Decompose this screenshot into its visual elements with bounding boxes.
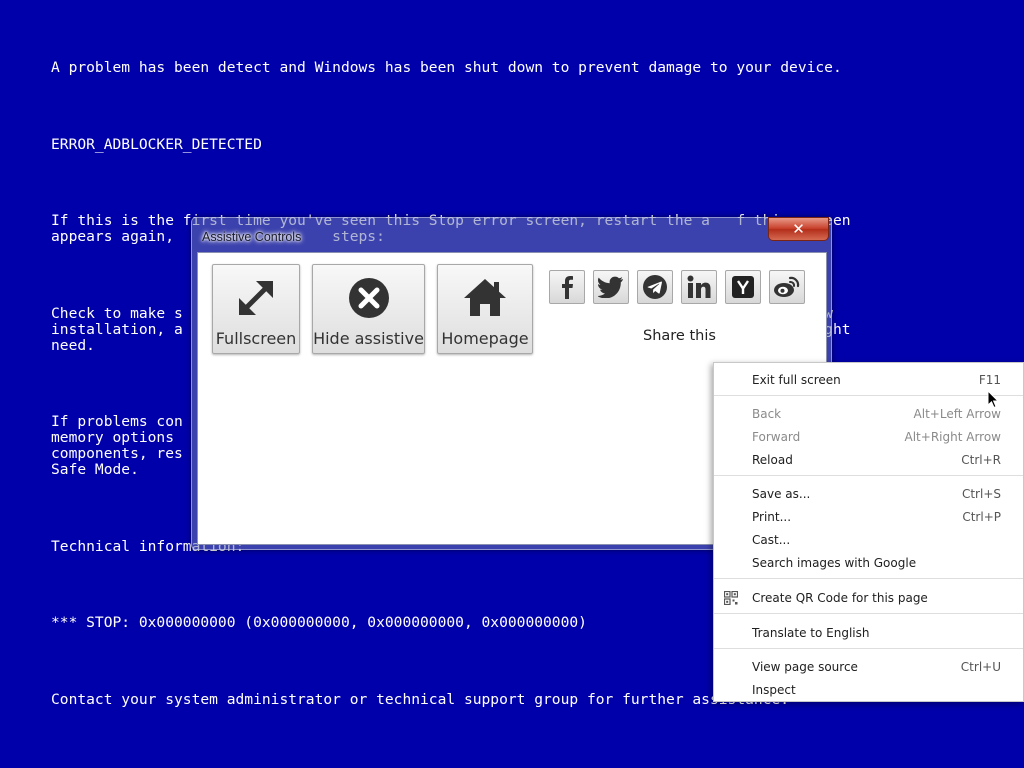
bsod-line-contact: Contact your system administrator or tec…: [51, 691, 790, 708]
menu-forward[interactable]: Forward Alt+Right Arrow: [714, 425, 1023, 448]
homepage-label: Homepage: [441, 329, 529, 348]
menu-forward-label: Forward: [752, 429, 801, 444]
menu-inspect-label: Inspect: [752, 682, 796, 697]
menu-save-as[interactable]: Save as... Ctrl+S: [714, 482, 1023, 505]
menu-save-as-label: Save as...: [752, 486, 811, 501]
menu-back-label: Back: [752, 406, 782, 421]
menu-separator: [714, 475, 1023, 476]
share-linkedin-button[interactable]: [681, 270, 717, 304]
weibo-icon: [774, 276, 800, 297]
menu-search-images[interactable]: Search images with Google: [714, 551, 1023, 574]
share-this-label: Share this: [643, 328, 716, 344]
menu-reload-shortcut: Ctrl+R: [961, 452, 1001, 467]
menu-view-page-source-shortcut: Ctrl+U: [960, 659, 1001, 674]
close-icon: ✕: [792, 220, 805, 238]
context-menu: Exit full screen F11 Back Alt+Left Arrow…: [713, 362, 1024, 702]
menu-translate-label: Translate to English: [752, 625, 870, 640]
fullscreen-label: Fullscreen: [215, 329, 297, 348]
telegram-icon: [643, 275, 667, 299]
dialog-close-button[interactable]: ✕: [768, 217, 829, 241]
menu-reload[interactable]: Reload Ctrl+R: [714, 448, 1023, 471]
menu-separator: [714, 613, 1023, 614]
hide-assistive-label: Hide assistive: [313, 329, 424, 348]
menu-inspect[interactable]: Inspect: [714, 678, 1023, 701]
share-weibo-button[interactable]: [769, 270, 805, 304]
share-telegram-button[interactable]: [637, 270, 673, 304]
menu-exit-full-screen-label: Exit full screen: [752, 372, 841, 387]
close-circle-icon: [346, 275, 392, 321]
bsod-line-memory: memory options: [51, 429, 175, 446]
dialog-title: Assistive Controls: [202, 230, 302, 244]
share-buttons: [549, 270, 805, 304]
menu-save-as-shortcut: Ctrl+S: [961, 486, 1001, 501]
menu-translate[interactable]: Translate to English: [714, 621, 1023, 644]
fullscreen-button[interactable]: Fullscreen: [212, 264, 300, 354]
menu-exit-full-screen[interactable]: Exit full screen F11: [714, 368, 1023, 391]
hide-assistive-button[interactable]: Hide assistive: [312, 264, 425, 354]
menu-cast-label: Cast...: [752, 532, 791, 547]
menu-print[interactable]: Print... Ctrl+P: [714, 505, 1023, 528]
qr-code-icon: [724, 591, 738, 605]
menu-cast[interactable]: Cast...: [714, 528, 1023, 551]
share-hackernews-button[interactable]: [725, 270, 761, 304]
menu-exit-full-screen-shortcut: F11: [978, 372, 1001, 387]
share-facebook-button[interactable]: [549, 270, 585, 304]
menu-separator: [714, 395, 1023, 396]
expand-arrows-icon: [233, 275, 279, 321]
bsod-line-problem: A problem has been detect and Windows ha…: [51, 59, 842, 76]
bsod-line-stop-code: *** STOP: 0x000000000 (0x000000000, 0x00…: [51, 614, 587, 631]
bsod-line-components: components, res: [51, 445, 183, 462]
bsod-line-need: need.: [51, 337, 95, 354]
share-twitter-button[interactable]: [593, 270, 629, 304]
twitter-icon: [598, 276, 623, 298]
linkedin-icon: [687, 275, 711, 298]
homepage-button[interactable]: Homepage: [437, 264, 533, 354]
menu-print-label: Print...: [752, 509, 792, 524]
menu-separator: [714, 648, 1023, 649]
home-icon: [462, 275, 508, 321]
menu-view-page-source-label: View page source: [752, 659, 858, 674]
menu-reload-label: Reload: [752, 452, 793, 467]
menu-forward-shortcut: Alt+Right Arrow: [904, 429, 1001, 444]
bsod-line-error-code: ERROR_ADBLOCKER_DETECTED: [51, 136, 262, 153]
facebook-icon: [562, 276, 573, 299]
menu-back[interactable]: Back Alt+Left Arrow: [714, 402, 1023, 425]
mouse-cursor-icon: [987, 390, 999, 409]
menu-print-shortcut: Ctrl+P: [962, 509, 1001, 524]
hacker-news-icon: [732, 276, 754, 298]
menu-create-qr-code[interactable]: Create QR Code for this page: [714, 586, 1023, 609]
bsod-line-safe-mode: Safe Mode.: [51, 461, 139, 478]
bsod-line-problems: If problems con: [51, 413, 183, 430]
menu-search-images-label: Search images with Google: [752, 555, 917, 570]
menu-separator: [714, 578, 1023, 579]
menu-create-qr-code-label: Create QR Code for this page: [752, 590, 928, 605]
menu-view-page-source[interactable]: View page source Ctrl+U: [714, 655, 1023, 678]
